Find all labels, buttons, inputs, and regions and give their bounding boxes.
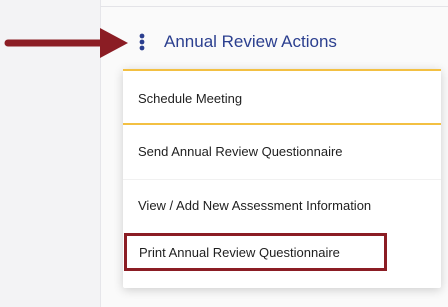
left-panel <box>0 0 100 307</box>
menu-item-schedule-meeting[interactable]: Schedule Meeting <box>123 69 441 125</box>
menu-item-view-add-assessment[interactable]: View / Add New Assessment Information <box>123 179 441 233</box>
annual-review-actions-header[interactable]: Annual Review Actions <box>132 27 337 57</box>
card-divider <box>100 6 448 7</box>
actions-dropdown-menu: Schedule Meeting Send Annual Review Ques… <box>123 69 441 288</box>
menu-item-send-questionnaire[interactable]: Send Annual Review Questionnaire <box>123 125 441 179</box>
menu-item-label: Schedule Meeting <box>138 91 243 106</box>
menu-item-print-questionnaire[interactable]: Print Annual Review Questionnaire <box>123 233 441 288</box>
menu-item-label: View / Add New Assessment Information <box>138 198 372 213</box>
annual-review-actions-label[interactable]: Annual Review Actions <box>164 32 337 52</box>
kebab-vertical-icon[interactable] <box>132 27 152 57</box>
menu-item-label: Print Annual Review Questionnaire <box>139 245 340 260</box>
menu-item-label: Send Annual Review Questionnaire <box>138 144 343 159</box>
